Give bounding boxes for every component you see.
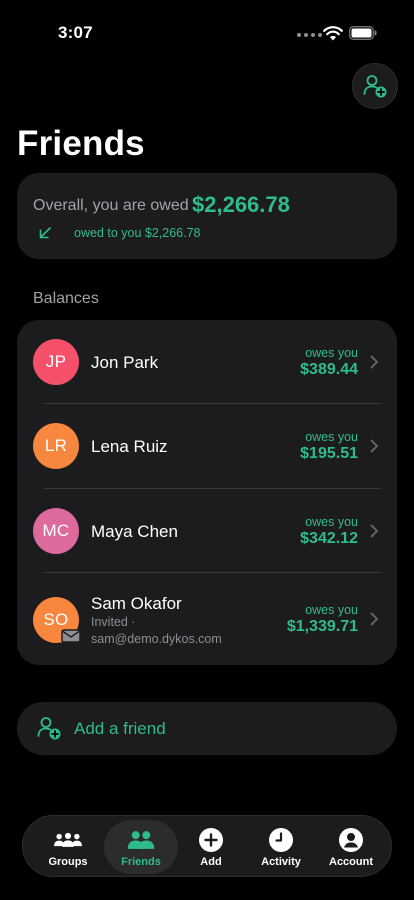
friend-row[interactable]: SO Sam Okafor Invited · sam@demo.dykos.c…: [17, 573, 397, 665]
tab-label: Account: [329, 856, 373, 868]
battery-icon: [349, 26, 377, 40]
groups-icon: [53, 827, 83, 853]
add-icon: [196, 827, 226, 853]
cellular-signal-icon: [297, 33, 322, 37]
add-friend-button[interactable]: Add a friend: [17, 702, 397, 755]
friend-row[interactable]: MC Maya Chen owes you $342.12: [17, 488, 397, 572]
tab-activity[interactable]: Activity: [244, 816, 318, 878]
friend-name: Sam Okafor: [91, 594, 182, 613]
tab-label: Friends: [121, 856, 161, 868]
balances-list: JP Jon Park owes you $389.44 LR Lena Rui…: [17, 320, 397, 665]
add-friend-header-button[interactable]: [352, 63, 398, 109]
balances-section-label: Balances: [33, 290, 99, 307]
tab-label: Groups: [48, 856, 88, 868]
tab-groups[interactable]: Groups: [31, 816, 105, 878]
chevron-right-icon: [370, 439, 378, 453]
owes-label: owes you: [305, 430, 358, 444]
tab-label: Activity: [261, 856, 301, 868]
owes-amount: $389.44: [300, 361, 358, 378]
friend-name: Jon Park: [91, 353, 159, 372]
owes-amount: $342.12: [300, 530, 358, 547]
page-title: Friends: [17, 124, 145, 163]
tab-label: Add: [200, 856, 222, 868]
owes-label: owes you: [305, 515, 358, 529]
chevron-right-icon: [370, 612, 378, 626]
summary-label: Overall, you are owed: [33, 197, 189, 214]
summary-amount: $2,266.78: [192, 192, 290, 217]
tab-add[interactable]: Add: [174, 816, 248, 878]
friends-icon: [126, 827, 156, 853]
avatar: JP: [33, 339, 79, 385]
wifi-icon: [323, 26, 343, 41]
owes-label: owes you: [305, 603, 358, 617]
person-add-icon: [363, 75, 387, 98]
friend-row[interactable]: JP Jon Park owes you $389.44: [17, 320, 397, 404]
friend-name: Lena Ruiz: [91, 437, 168, 456]
invite-mail-icon: [61, 629, 81, 643]
status-time: 3:07: [58, 23, 93, 42]
friend-email: sam@demo.dykos.com: [91, 632, 222, 646]
tab-account[interactable]: Account: [314, 816, 388, 878]
arrow-down-left-icon: [39, 227, 51, 239]
chevron-right-icon: [370, 524, 378, 538]
status-bar: 3:07: [0, 0, 414, 66]
clock-icon: [266, 827, 296, 853]
avatar: MC: [33, 508, 79, 554]
account-icon: [336, 827, 366, 853]
friend-row[interactable]: LR Lena Ruiz owes you $195.51: [17, 404, 397, 488]
friend-name: Maya Chen: [91, 522, 178, 541]
owes-amount: $195.51: [300, 445, 358, 462]
balance-summary-card: Overall, you are owed $2,266.78 owed to …: [17, 173, 397, 259]
chevron-right-icon: [370, 355, 378, 369]
friend-status: Invited ·: [91, 615, 136, 629]
person-add-icon: [37, 717, 61, 740]
add-friend-label: Add a friend: [74, 719, 166, 738]
owes-amount: $1,339.71: [286, 618, 358, 635]
owes-label: owes you: [305, 346, 358, 360]
tab-friends[interactable]: Friends: [97, 816, 185, 878]
avatar: LR: [33, 423, 79, 469]
tab-bar: Groups Friends Add Activity Account: [22, 815, 392, 877]
summary-subtext: owed to you $2,266.78: [74, 226, 201, 240]
